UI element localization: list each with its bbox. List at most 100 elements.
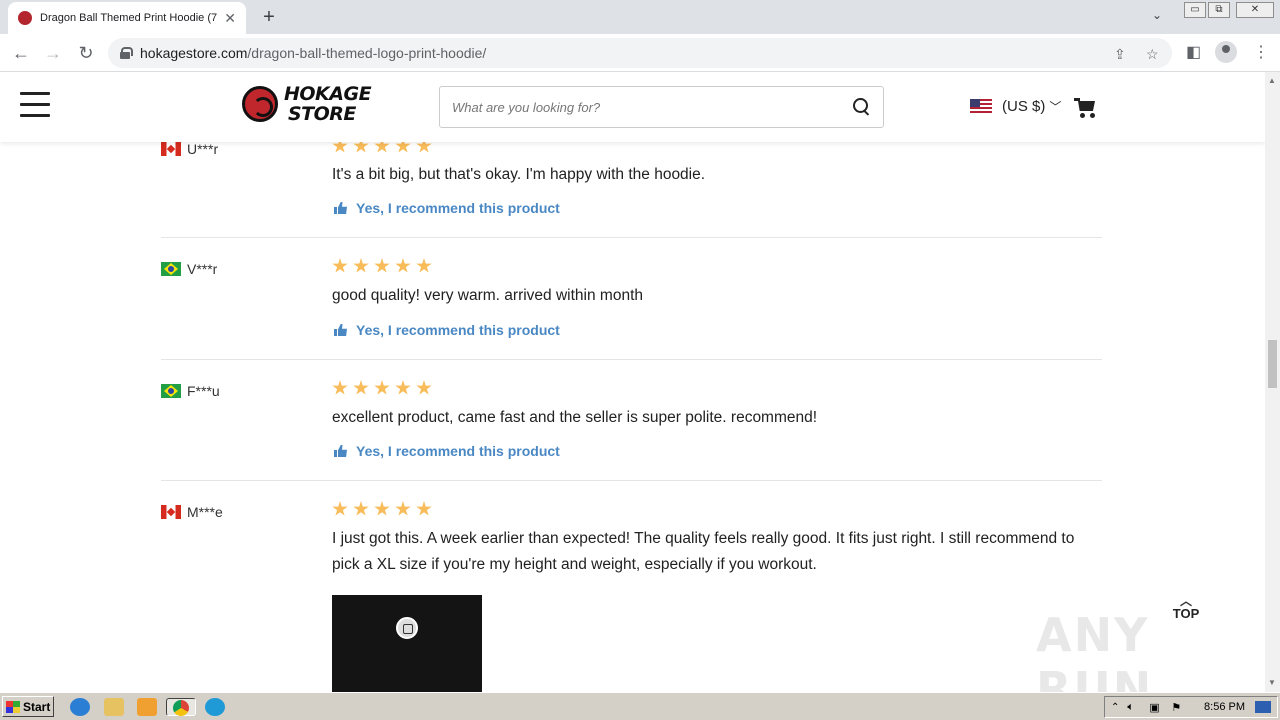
file-explorer-icon[interactable] — [104, 698, 124, 716]
star-rating — [332, 501, 437, 517]
search-icon[interactable] — [853, 98, 871, 116]
chrome-taskbar-button[interactable] — [166, 698, 196, 716]
star-icon — [395, 380, 411, 395]
site-logo[interactable]: HOKAGE STORE — [242, 83, 372, 125]
star-icon — [416, 380, 432, 395]
profile-avatar-icon[interactable] — [1215, 41, 1237, 63]
hamburger-menu-icon[interactable] — [20, 92, 50, 117]
star-icon — [332, 258, 348, 273]
review-item: F***u excellent product, came fast and t… — [161, 360, 1102, 481]
reviewer-name: U***r — [187, 141, 219, 157]
chrome-icon — [173, 700, 189, 716]
search-box — [439, 86, 884, 128]
star-icon — [395, 501, 411, 516]
close-window-icon[interactable]: ✕ — [1236, 2, 1274, 18]
star-icon — [374, 258, 390, 273]
reviewer: M***e — [161, 504, 223, 520]
volume-icon[interactable]: 🔈︎ — [1127, 701, 1141, 713]
review-text: I just got this. A week earlier than exp… — [332, 530, 1075, 573]
restore-window-icon[interactable]: ⧉ — [1208, 2, 1230, 18]
media-player-icon[interactable] — [137, 698, 157, 716]
logo-swirl-icon — [242, 86, 278, 122]
reload-icon[interactable]: ↻ — [75, 43, 97, 63]
us-flag-icon — [970, 99, 992, 114]
scroll-down-icon[interactable]: ▼ — [1268, 678, 1276, 687]
anyrun-watermark: ANY RUN — [1036, 608, 1154, 692]
start-label: Start — [23, 699, 51, 714]
star-icon — [416, 258, 432, 273]
star-icon — [353, 258, 369, 273]
search-input[interactable] — [452, 99, 853, 115]
tab-close-icon[interactable]: ✕ — [224, 10, 236, 27]
system-tray: ⌃ 🔈︎ ▣ ⚑ 8:56 PM — [1104, 696, 1278, 718]
minimize-window-icon[interactable]: ▭ — [1184, 2, 1206, 18]
canada-flag-icon — [161, 505, 181, 519]
tray-expand-icon[interactable]: ⌃ — [1111, 702, 1119, 713]
star-icon — [332, 501, 348, 516]
star-icon — [332, 380, 348, 395]
new-tab-icon[interactable]: + — [258, 6, 280, 28]
edge-icon[interactable] — [205, 698, 225, 716]
thumbs-up-icon — [334, 445, 347, 457]
review-item: M***e I just got this. A week earlier th… — [161, 481, 1102, 692]
review-text: good quality! very warm. arrived within … — [332, 287, 643, 304]
site-header: HOKAGE STORE (US $) ﹀ — [0, 72, 1265, 142]
taskbar: Start ⌃ 🔈︎ ▣ ⚑ 8:56 PM — [0, 692, 1280, 720]
recommend-label: Yes, I recommend this product — [356, 200, 560, 216]
review-item: U***r It's a bit big, but that's okay. I… — [161, 127, 1102, 238]
canada-flag-icon — [161, 142, 181, 156]
internet-explorer-icon[interactable] — [70, 698, 90, 716]
reviewer: F***u — [161, 383, 220, 399]
recommend-badge: Yes, I recommend this product — [334, 322, 560, 338]
network-icon[interactable]: ▣ — [1149, 701, 1163, 714]
lock-icon — [120, 47, 133, 59]
star-rating — [332, 380, 437, 396]
brazil-flag-icon — [161, 384, 181, 398]
share-icon[interactable]: ⇪ — [1114, 46, 1126, 63]
back-arrow-icon[interactable]: ← — [10, 43, 32, 63]
thumbs-up-icon — [334, 202, 347, 214]
cart-icon[interactable] — [1074, 98, 1096, 118]
brazil-flag-icon — [161, 262, 181, 276]
reviewer-name: V***r — [187, 261, 218, 277]
star-icon — [374, 380, 390, 395]
recommend-label: Yes, I recommend this product — [356, 322, 560, 338]
browser-tab-strip: Dragon Ball Themed Print Hoodie (7 ✕ + ⌄… — [0, 0, 1280, 34]
browser-menu-icon[interactable]: ⋮ — [1253, 42, 1269, 62]
bookmark-star-icon[interactable]: ☆ — [1146, 46, 1159, 63]
tab-search-chevron-icon[interactable]: ⌄ — [1152, 8, 1162, 22]
star-icon — [353, 501, 369, 516]
star-icon — [353, 380, 369, 395]
page-viewport: HOKAGE STORE (US $) ﹀ U***r It's a bit b… — [0, 72, 1265, 692]
review-photo[interactable] — [332, 595, 482, 692]
review-text: excellent product, came fast and the sel… — [332, 409, 818, 426]
tab-title: Dragon Ball Themed Print Hoodie (7 — [40, 12, 218, 24]
hoodie-logo-icon — [396, 617, 418, 639]
reviewer: V***r — [161, 261, 217, 277]
forward-arrow-icon[interactable]: → — [42, 43, 64, 63]
browser-tab[interactable]: Dragon Ball Themed Print Hoodie (7 ✕ — [8, 2, 246, 34]
scroll-up-icon[interactable]: ▲ — [1268, 76, 1276, 85]
star-icon — [395, 258, 411, 273]
side-panel-icon[interactable]: ◧ — [1186, 42, 1201, 62]
review-item: V***r good quality! very warm. arrived w… — [161, 238, 1102, 360]
scrollbar-thumb[interactable] — [1268, 340, 1277, 388]
currency-label: (US $) — [1002, 98, 1046, 115]
reviewer-name: F***u — [187, 383, 220, 399]
show-desktop-icon[interactable] — [1255, 701, 1271, 713]
chevron-down-icon: ﹀ — [1049, 100, 1062, 114]
action-center-flag-icon[interactable]: ⚑ — [1171, 701, 1185, 714]
recommend-badge: Yes, I recommend this product — [334, 200, 560, 216]
star-icon — [374, 501, 390, 516]
url-path: /dragon-ball-themed-logo-print-hoodie/ — [247, 45, 487, 61]
reviewer: U***r — [161, 141, 218, 157]
recommend-label: Yes, I recommend this product — [356, 443, 560, 459]
reviewer-name: M***e — [187, 504, 223, 520]
currency-selector[interactable]: (US $) ﹀ — [970, 98, 1061, 115]
page-scrollbar[interactable]: ▲ ▼ — [1265, 72, 1280, 692]
review-text: It's a bit big, but that's okay. I'm hap… — [332, 166, 706, 183]
start-button[interactable]: Start — [2, 696, 54, 717]
clock: 8:56 PM — [1204, 701, 1245, 713]
address-bar[interactable]: hokagestore.com/dragon-ball-themed-logo-… — [108, 38, 1172, 68]
logo-text: HOKAGE STORE — [284, 83, 372, 125]
